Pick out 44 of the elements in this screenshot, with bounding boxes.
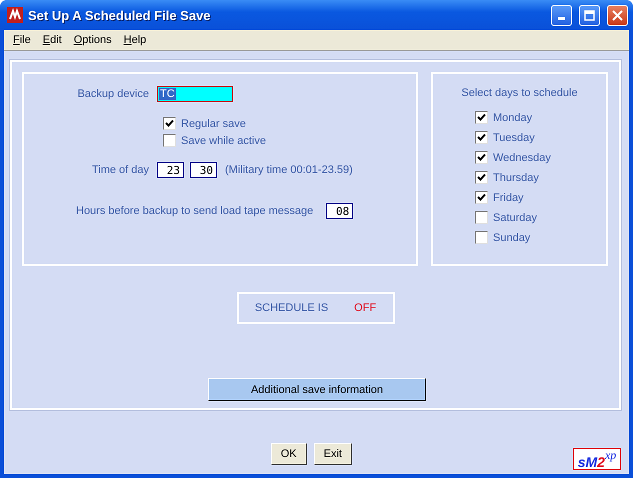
day-label: Sunday xyxy=(493,232,530,244)
minute-field[interactable]: 30 xyxy=(190,162,217,178)
close-icon xyxy=(612,10,623,20)
menu-item[interactable]: Options xyxy=(68,34,118,46)
maximize-icon xyxy=(584,10,595,20)
field-label: Hours before backup to send load tape message xyxy=(76,205,314,217)
minimize-button[interactable] xyxy=(551,4,572,26)
menu-item[interactable]: File xyxy=(7,34,37,46)
checkbox[interactable] xyxy=(475,111,488,124)
field-label: Time of day xyxy=(90,164,150,176)
hours-field[interactable]: 08 xyxy=(326,203,354,219)
maximize-button[interactable] xyxy=(579,4,600,26)
day-label: Thursday xyxy=(493,172,539,184)
dialog-button[interactable]: Exit xyxy=(314,443,352,465)
status-label: SCHEDULE IS xyxy=(254,302,328,314)
minimize-icon xyxy=(558,17,565,20)
day-label: Saturday xyxy=(493,212,538,224)
checkbox[interactable] xyxy=(475,131,488,144)
checkbox[interactable] xyxy=(475,211,488,224)
day-label: Monday xyxy=(493,112,532,124)
hour-field[interactable]: 23 xyxy=(157,162,184,178)
checkbox[interactable] xyxy=(163,134,176,147)
day-label: Friday xyxy=(493,192,524,204)
status-value: OFF xyxy=(354,302,376,314)
checkbox[interactable] xyxy=(475,191,488,204)
menu-item[interactable]: Help xyxy=(118,34,152,46)
day-label: Tuesday xyxy=(493,132,535,144)
checkbox-label: Save while active xyxy=(181,134,266,146)
checkbox[interactable] xyxy=(475,171,488,184)
app-icon xyxy=(7,7,23,23)
window-title: Set Up A Scheduled File Save xyxy=(28,8,212,22)
time-hint: (Military time 00:01-23.59) xyxy=(225,164,353,176)
additional-info-button[interactable]: Additional save information xyxy=(208,378,426,401)
dialog-button[interactable]: OK xyxy=(270,443,307,465)
checkbox[interactable] xyxy=(475,231,488,244)
backup-device-field[interactable]: TC xyxy=(157,86,233,102)
group-title: Select days to schedule xyxy=(461,87,578,99)
menu-item[interactable]: Edit xyxy=(36,34,68,46)
checkbox[interactable] xyxy=(163,117,176,130)
close-button[interactable] xyxy=(607,4,628,26)
field-label: Backup device xyxy=(76,88,150,100)
day-label: Wednesday xyxy=(493,152,551,164)
checkbox[interactable] xyxy=(475,151,488,164)
checkbox-label: Regular save xyxy=(181,118,246,130)
